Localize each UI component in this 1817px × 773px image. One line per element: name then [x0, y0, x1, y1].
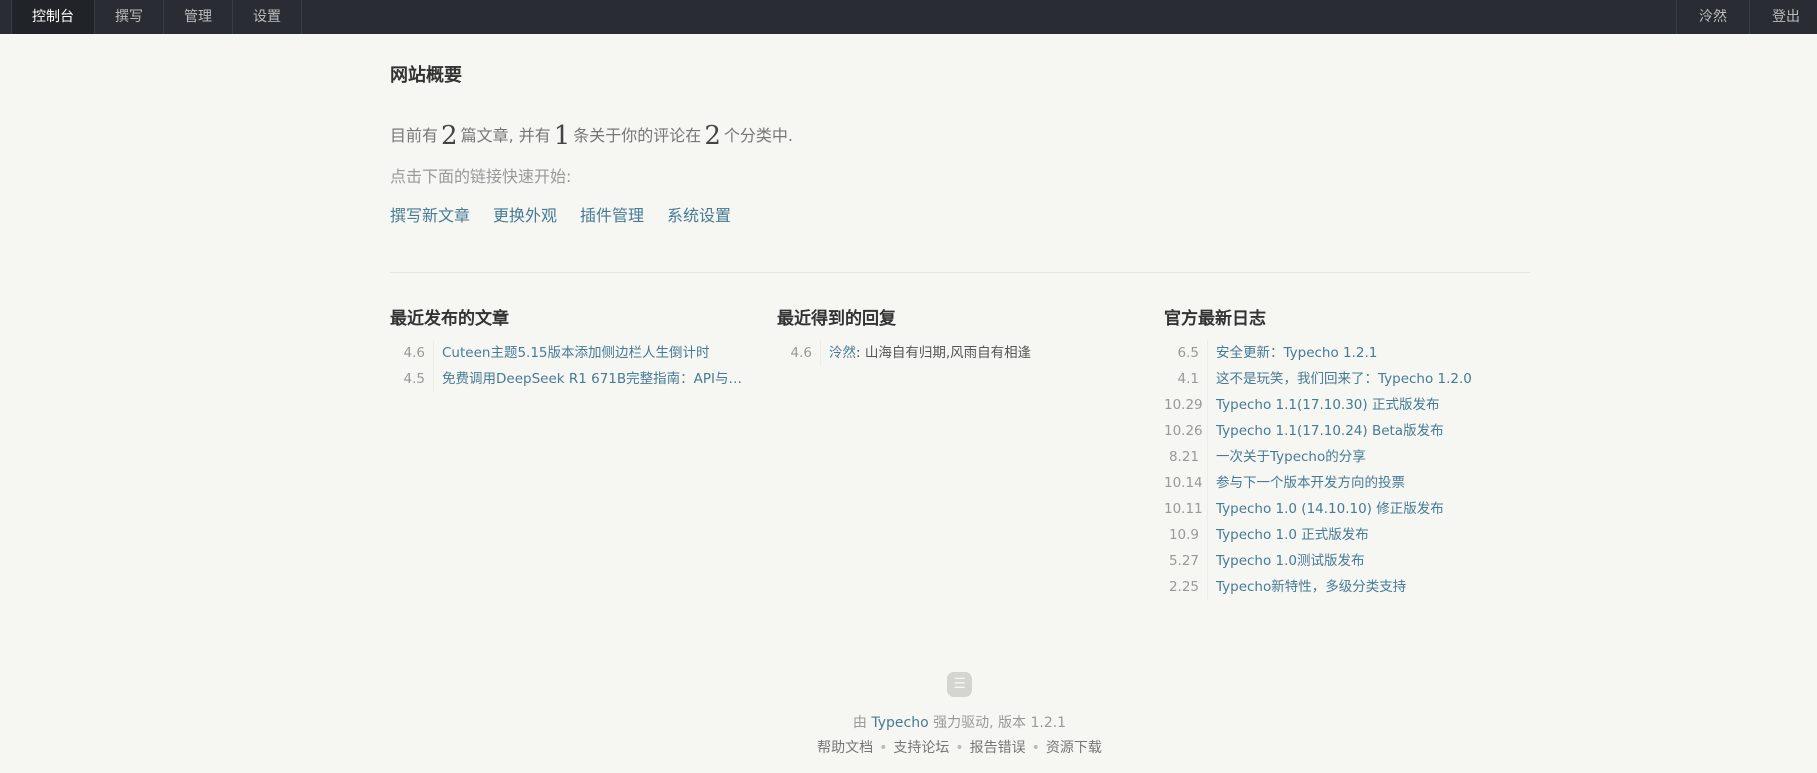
- comment-colon: :: [856, 345, 865, 361]
- top-nav-bar: 控制台 撰写 管理 设置 泠然 登出: [0, 0, 1817, 34]
- log-date: 4.1: [1164, 366, 1208, 392]
- list-item: 2.25 Typecho新特性，多级分类支持: [1164, 574, 1529, 600]
- footer-link-docs[interactable]: 帮助文档: [817, 740, 873, 756]
- log-link[interactable]: Typecho 1.1(17.10.30) 正式版发布: [1208, 392, 1439, 418]
- post-link[interactable]: Cuteen主题5.15版本添加侧边栏人生倒计时: [434, 340, 710, 366]
- log-date: 10.9: [1164, 522, 1208, 548]
- log-date: 10.14: [1164, 470, 1208, 496]
- main-menu: 控制台 撰写 管理 设置: [11, 0, 302, 34]
- quick-start-hint: 点击下面的链接快速开始:: [390, 167, 572, 186]
- typecho-link[interactable]: Typecho: [871, 715, 928, 731]
- section-divider: [390, 272, 1530, 273]
- recent-posts-title: 最近发布的文章: [390, 309, 509, 329]
- nav-dashboard[interactable]: 控制台: [11, 0, 95, 34]
- official-logs-panel: 官方最新日志 6.5 安全更新：Typecho 1.2.1 4.1 这不是玩笑，我们…: [1164, 304, 1529, 600]
- list-item: 10.26 Typecho 1.1(17.10.24) Beta版发布: [1164, 418, 1529, 444]
- list-item: 4.1 这不是玩笑，我们回来了：Typecho 1.2.0: [1164, 366, 1529, 392]
- list-item: 10.11 Typecho 1.0 (14.10.10) 修正版发布: [1164, 496, 1529, 522]
- recent-comments-panel: 最近得到的回复 4.6 泠然: 山海自有归期,风雨自有相逢: [777, 304, 1142, 366]
- recent-posts-panel: 最近发布的文章 4.6 Cuteen主题5.15版本添加侧边栏人生倒计时 4.5…: [390, 304, 755, 392]
- footer-links: 帮助文档 • 支持论坛 • 报告错误 • 资源下载: [0, 737, 1817, 757]
- site-summary: 目前有 2 篇文章, 并有 1 条关于你的评论在 2 个分类中.: [390, 121, 793, 151]
- post-date: 4.6: [390, 340, 434, 366]
- comment-entry: 泠然: 山海自有归期,风雨自有相逢: [821, 340, 1031, 366]
- log-link[interactable]: 这不是玩笑，我们回来了：Typecho 1.2.0: [1208, 366, 1472, 392]
- log-date: 10.29: [1164, 392, 1208, 418]
- recent-comments-title: 最近得到的回复: [777, 309, 896, 329]
- log-link[interactable]: Typecho新特性，多级分类支持: [1208, 574, 1406, 600]
- powered-suffix: 强力驱动, 版本 1.2.1: [933, 715, 1067, 731]
- list-item: 5.27 Typecho 1.0测试版发布: [1164, 548, 1529, 574]
- comment-author-link[interactable]: 泠然: [829, 345, 856, 361]
- comment-date: 4.6: [777, 340, 821, 366]
- nav-logout[interactable]: 登出: [1749, 0, 1817, 34]
- log-link[interactable]: Typecho 1.0 正式版发布: [1208, 522, 1369, 548]
- post-date: 4.5: [390, 366, 434, 392]
- link-change-theme[interactable]: 更换外观: [493, 202, 557, 226]
- footer-link-report-bug[interactable]: 报告错误: [970, 740, 1026, 756]
- post-count: 2: [441, 121, 458, 151]
- footer-link-forum[interactable]: 支持论坛: [893, 740, 949, 756]
- summary-posts-unit: 篇文章, 并有: [460, 126, 551, 145]
- nav-settings[interactable]: 设置: [233, 0, 302, 34]
- list-item: 6.5 安全更新：Typecho 1.2.1: [1164, 340, 1529, 366]
- summary-prefix: 目前有: [390, 126, 439, 145]
- nav-manage[interactable]: 管理: [164, 0, 233, 34]
- recent-posts-list: 4.6 Cuteen主题5.15版本添加侧边栏人生倒计时 4.5 免费调用Dee…: [390, 340, 755, 392]
- footer-separator: •: [1031, 740, 1040, 756]
- log-link[interactable]: 参与下一个版本开发方向的投票: [1208, 470, 1405, 496]
- user-menu: 泠然 登出: [1676, 0, 1817, 34]
- link-plugin-manage[interactable]: 插件管理: [580, 202, 644, 226]
- nav-user-profile[interactable]: 泠然: [1676, 0, 1749, 34]
- nav-write[interactable]: 撰写: [95, 0, 164, 34]
- log-link[interactable]: Typecho 1.0 (14.10.10) 修正版发布: [1208, 496, 1444, 522]
- log-date: 5.27: [1164, 548, 1208, 574]
- list-item: 10.29 Typecho 1.1(17.10.30) 正式版发布: [1164, 392, 1529, 418]
- list-item: 10.14 参与下一个版本开发方向的投票: [1164, 470, 1529, 496]
- quick-links: 撰写新文章 更换外观 插件管理 系统设置: [390, 202, 731, 226]
- comment-count: 1: [553, 121, 571, 151]
- log-date: 8.21: [1164, 444, 1208, 470]
- log-date: 6.5: [1164, 340, 1208, 366]
- footer-separator: •: [955, 740, 964, 756]
- footer-powered-by: 由 Typecho 强力驱动, 版本 1.2.1: [0, 712, 1817, 732]
- recent-comments-list: 4.6 泠然: 山海自有归期,风雨自有相逢: [777, 340, 1142, 366]
- log-date: 10.26: [1164, 418, 1208, 444]
- list-item: 4.6 泠然: 山海自有归期,风雨自有相逢: [777, 340, 1142, 366]
- list-item: 10.9 Typecho 1.0 正式版发布: [1164, 522, 1529, 548]
- link-write-post[interactable]: 撰写新文章: [390, 202, 470, 226]
- official-logs-title: 官方最新日志: [1164, 309, 1266, 329]
- list-item: 4.6 Cuteen主题5.15版本添加侧边栏人生倒计时: [390, 340, 755, 366]
- list-item: 4.5 免费调用DeepSeek R1 671B完整指南：API与…: [390, 366, 755, 392]
- log-date: 2.25: [1164, 574, 1208, 600]
- link-system-settings[interactable]: 系统设置: [667, 202, 731, 226]
- powered-prefix: 由: [852, 715, 867, 731]
- category-count: 2: [704, 121, 721, 151]
- footer-link-downloads[interactable]: 资源下载: [1046, 740, 1102, 756]
- log-link[interactable]: Typecho 1.1(17.10.24) Beta版发布: [1208, 418, 1444, 444]
- comment-text: 山海自有归期,风雨自有相逢: [864, 345, 1032, 361]
- list-item: 8.21 一次关于Typecho的分享: [1164, 444, 1529, 470]
- page-title: 网站概要: [390, 65, 462, 86]
- log-link[interactable]: Typecho 1.0测试版发布: [1208, 548, 1365, 574]
- post-link[interactable]: 免费调用DeepSeek R1 671B完整指南：API与…: [434, 366, 742, 392]
- log-link[interactable]: 一次关于Typecho的分享: [1208, 444, 1366, 470]
- log-link[interactable]: 安全更新：Typecho 1.2.1: [1208, 340, 1377, 366]
- typecho-logo-icon: ☰: [947, 672, 972, 697]
- summary-comments-unit: 条关于你的评论在: [573, 126, 702, 145]
- summary-categories-unit: 个分类中.: [723, 126, 793, 145]
- log-date: 10.11: [1164, 496, 1208, 522]
- official-logs-list: 6.5 安全更新：Typecho 1.2.1 4.1 这不是玩笑，我们回来了：Typ…: [1164, 340, 1529, 600]
- footer-separator: •: [879, 740, 888, 756]
